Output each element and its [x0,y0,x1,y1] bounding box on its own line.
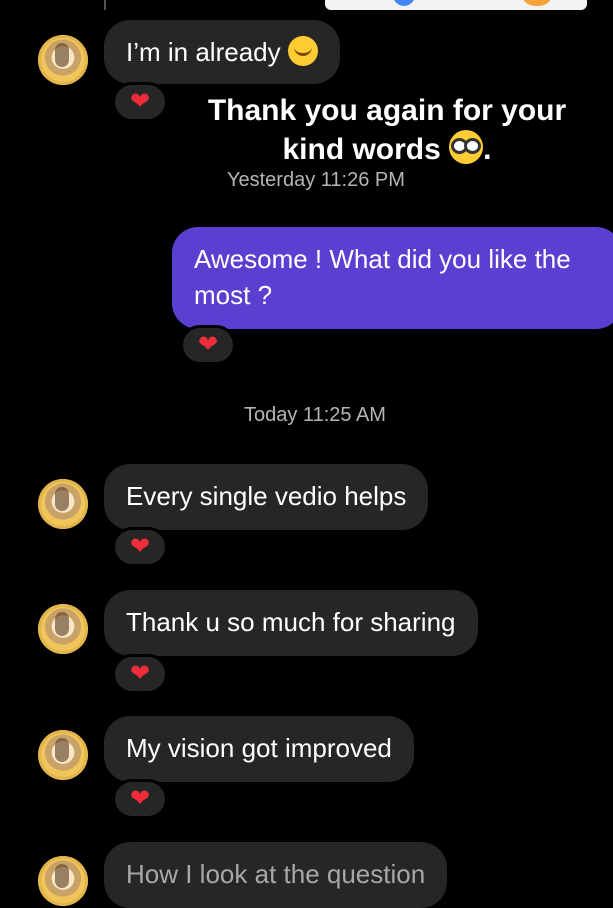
message-text: Awesome ! What did you like the most ? [194,244,571,310]
top-overlay-bar [325,0,587,10]
message-text: I’m in already [126,37,281,67]
message-bubble[interactable]: Every single vedio helps [104,464,429,530]
hugging-face-emoji-icon [287,36,318,66]
message-text: My vision got improved [126,733,392,763]
message-bubble[interactable]: My vision got improved [104,716,414,782]
overlay-caption: Thank you again for your kind words . [202,92,572,169]
sender-avatar[interactable] [38,604,88,654]
sender-avatar[interactable] [38,479,88,529]
heart-reaction[interactable]: ❤ [112,779,168,819]
heart-icon: ❤ [129,533,151,560]
overlay-line-2-text: kind words [282,133,441,166]
timestamp-today: Today 11:25 AM [244,404,386,426]
heart-icon: ❤ [129,660,151,687]
heart-reaction[interactable]: ❤ [112,82,168,122]
orange-indicator-icon [521,0,553,6]
heart-icon: ❤ [129,785,151,812]
heart-reaction[interactable]: ❤ [112,654,168,694]
message-bubble[interactable]: I’m in already [104,20,340,84]
message-text: Thank u so much for sharing [126,607,456,637]
sent-message-bubble[interactable]: Awesome ! What did you like the most ? [172,227,613,329]
heart-icon: ❤ [197,331,219,358]
message-bubble[interactable]: Thank u so much for sharing [104,590,478,656]
timestamp-yesterday: Yesterday 11:26 PM [227,169,405,191]
overlay-line-2: kind words . [202,130,572,169]
heart-icon: ❤ [129,88,151,115]
heart-reaction[interactable]: ❤ [180,325,236,365]
sender-avatar[interactable] [38,35,88,85]
sender-avatar[interactable] [38,730,88,780]
blue-indicator-icon [393,0,415,6]
message-text: How I look at the question [126,859,426,889]
message-bubble[interactable]: How I look at the question [104,842,448,908]
nerd-face-emoji-icon [449,130,484,164]
thread-divider [104,0,106,10]
message-text: Every single vedio helps [126,481,407,511]
overlay-line-1: Thank you again for your [207,94,567,127]
heart-reaction[interactable]: ❤ [112,527,168,567]
sender-avatar[interactable] [38,856,88,906]
overlay-line-2-end: . [483,133,492,166]
